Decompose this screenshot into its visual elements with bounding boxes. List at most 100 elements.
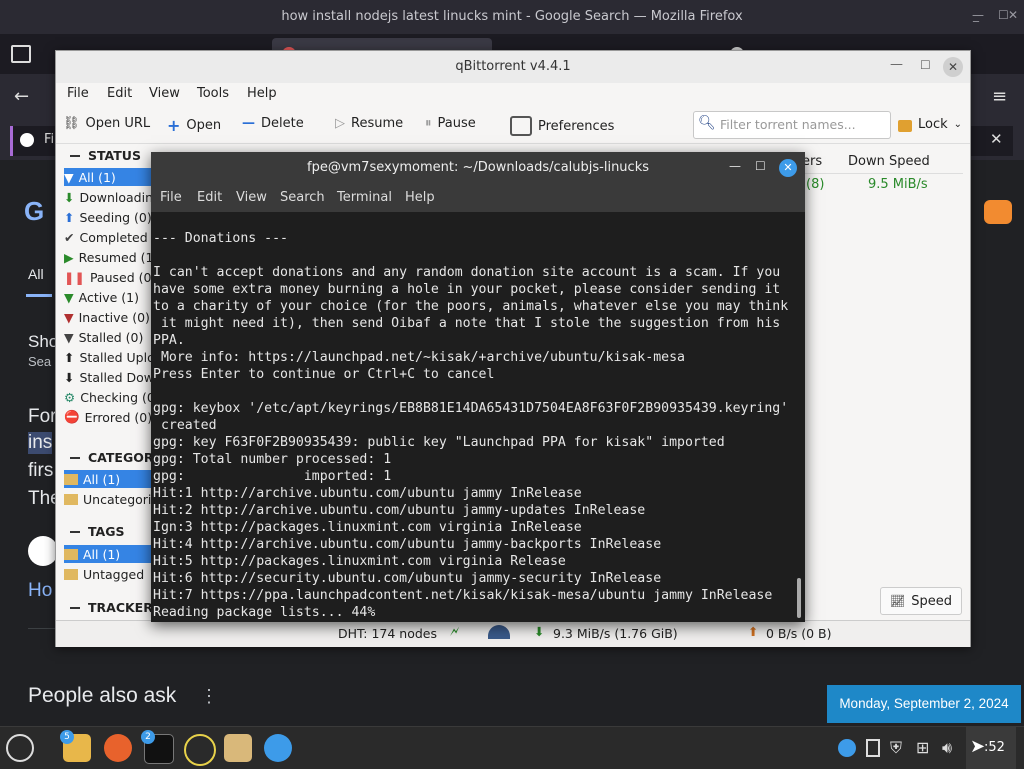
- preferences-label: Preferences: [538, 118, 615, 134]
- plus-icon: +: [167, 116, 181, 135]
- more-options-icon[interactable]: ⋮: [200, 686, 218, 707]
- categories-collapse-icon[interactable]: [70, 457, 80, 459]
- tray-network-icon[interactable]: ⊞: [916, 738, 929, 757]
- result-link[interactable]: Ho: [28, 580, 52, 602]
- filter-icon: ▼: [64, 169, 74, 185]
- app-icon[interactable]: [184, 734, 216, 766]
- terminal-scrollbar[interactable]: [797, 578, 801, 618]
- column-peers[interactable]: ers: [802, 154, 822, 169]
- tray-qbittorrent-icon[interactable]: [838, 739, 856, 757]
- category-label: All (1): [83, 471, 121, 487]
- status-label: Errored (0): [84, 409, 153, 425]
- status-label: Checking (0): [80, 389, 160, 405]
- qbt-menu-help[interactable]: Help: [247, 86, 277, 101]
- pause-label: Pause: [437, 116, 476, 131]
- pause-icon: ❚❚: [64, 269, 85, 285]
- error-icon: ⛔: [64, 409, 80, 424]
- terminal-minimize-button[interactable]: —: [729, 159, 741, 173]
- terminal-output-area[interactable]: --- Donations --- I can't accept donatio…: [151, 212, 805, 622]
- qbt-menu-file[interactable]: File: [67, 86, 89, 101]
- result-text-highlight: ins: [28, 432, 53, 454]
- torrent-row[interactable]: (8) 9.5 MiB/s: [796, 175, 963, 195]
- terminal-menu-help[interactable]: Help: [405, 190, 435, 205]
- tags-collapse-icon[interactable]: [70, 531, 80, 533]
- terminal-menubar: File Edit View Search Terminal Help: [151, 184, 805, 212]
- terminal-output: --- Donations --- I can't accept donatio…: [153, 231, 789, 620]
- list-all-tabs-icon[interactable]: [11, 45, 31, 63]
- open-url-button[interactable]: ⛓ Open URL: [63, 116, 150, 131]
- tray-volume-icon[interactable]: 🔊︎: [942, 738, 952, 758]
- arrow-down-icon: ⬇: [64, 189, 75, 205]
- qbt-menu-edit[interactable]: Edit: [107, 86, 132, 101]
- result-text: firs: [28, 460, 54, 481]
- status-label: Active (1): [78, 289, 139, 305]
- qbittorrent-icon[interactable]: [264, 734, 292, 762]
- qbt-minimize-button[interactable]: —: [890, 57, 903, 72]
- terminal-menu-search[interactable]: Search: [280, 190, 325, 205]
- column-down-speed[interactable]: Down Speed: [848, 154, 930, 169]
- resume-button[interactable]: ▷ Resume: [335, 116, 403, 131]
- qbt-menu-view[interactable]: View: [149, 86, 180, 101]
- filter-icon: ▼: [64, 309, 74, 325]
- firefox-icon[interactable]: [104, 734, 132, 762]
- terminal-menu-view[interactable]: View: [236, 190, 267, 205]
- cell-peers: (8): [806, 177, 825, 192]
- apps-grid-icon[interactable]: [984, 200, 1012, 224]
- cell-down-speed: 9.5 MiB/s: [868, 177, 928, 192]
- filter-torrents-input[interactable]: 🔍︎ Filter torrent names...: [693, 111, 891, 139]
- connection-icon[interactable]: 🗲: [450, 624, 459, 640]
- terminal-close-button[interactable]: ✕: [779, 159, 797, 177]
- speed-limit-icon[interactable]: [488, 625, 510, 639]
- firefox-close-button[interactable]: ✕: [1008, 8, 1018, 22]
- trackers-collapse-icon[interactable]: [70, 607, 80, 609]
- tab-all[interactable]: All: [28, 266, 44, 282]
- qbt-toolbar: ⛓ Open URL + Open — Delete ▷ Resume ⏸ Pa…: [56, 107, 970, 144]
- mint-menu-icon[interactable]: [6, 734, 34, 762]
- chart-icon: 📈︎: [890, 594, 906, 608]
- qbt-menu-tools[interactable]: Tools: [197, 86, 229, 101]
- status-label: Resumed (1: [78, 249, 154, 265]
- clock[interactable]: ➤ :52: [966, 727, 1016, 769]
- download-speed-status[interactable]: 9.3 MiB/s (1.76 GiB): [553, 626, 678, 641]
- result-text: Sea: [28, 354, 52, 369]
- delete-button[interactable]: — Delete: [242, 116, 304, 131]
- speed-tab-button[interactable]: 📈︎ Speed: [880, 587, 962, 615]
- archive-icon[interactable]: [224, 734, 252, 762]
- filter-icon: ▼: [64, 289, 74, 305]
- filter-icon: ▼: [64, 329, 74, 345]
- mouse-cursor-icon: ➤: [970, 736, 986, 757]
- lock-label: Lock: [918, 116, 948, 132]
- terminal-maximize-button[interactable]: ☐: [755, 159, 766, 173]
- checkmark-icon: ✔: [64, 229, 75, 245]
- back-arrow-icon[interactable]: ←: [14, 86, 29, 107]
- terminal-menu-edit[interactable]: Edit: [197, 190, 222, 205]
- google-logo[interactable]: G: [24, 196, 44, 227]
- qbt-close-button[interactable]: ✕: [943, 57, 963, 77]
- tab-all-underline: [26, 294, 52, 297]
- hamburger-menu-icon[interactable]: ≡: [992, 86, 1007, 107]
- notice-close-icon[interactable]: ✕: [990, 130, 1003, 148]
- open-button[interactable]: + Open: [167, 116, 221, 135]
- pause-button[interactable]: ⏸ Pause: [425, 116, 476, 131]
- calendar-popup[interactable]: Monday, September 2, 2024: [827, 685, 1021, 723]
- folder-icon: [64, 493, 78, 505]
- status-header: STATUS: [88, 148, 141, 163]
- lock-button[interactable]: Lock ⌄: [898, 116, 962, 132]
- tray-shield-icon[interactable]: ⛨: [890, 738, 902, 758]
- status-collapse-icon[interactable]: [70, 155, 80, 157]
- terminal-menu-terminal[interactable]: Terminal: [337, 190, 392, 205]
- terminal-menu-file[interactable]: File: [160, 190, 182, 205]
- tray-clipboard-icon[interactable]: [866, 739, 880, 757]
- result-text: For: [28, 406, 57, 427]
- qbt-maximize-button[interactable]: ☐: [920, 58, 931, 72]
- play-icon: ▷: [335, 116, 345, 131]
- play-icon: ▶: [64, 249, 74, 265]
- preferences-button[interactable]: Preferences: [510, 116, 614, 136]
- upload-arrow-icon: ⬆: [748, 624, 759, 639]
- arrow-down-icon: ⬇: [64, 369, 75, 385]
- arrow-up-icon: ⬆: [64, 349, 75, 365]
- upload-speed-status[interactable]: 0 B/s (0 B): [766, 626, 831, 641]
- notice-info-icon: [20, 133, 34, 147]
- site-favicon: [28, 536, 58, 566]
- chevron-down-icon: ⌄: [953, 118, 963, 130]
